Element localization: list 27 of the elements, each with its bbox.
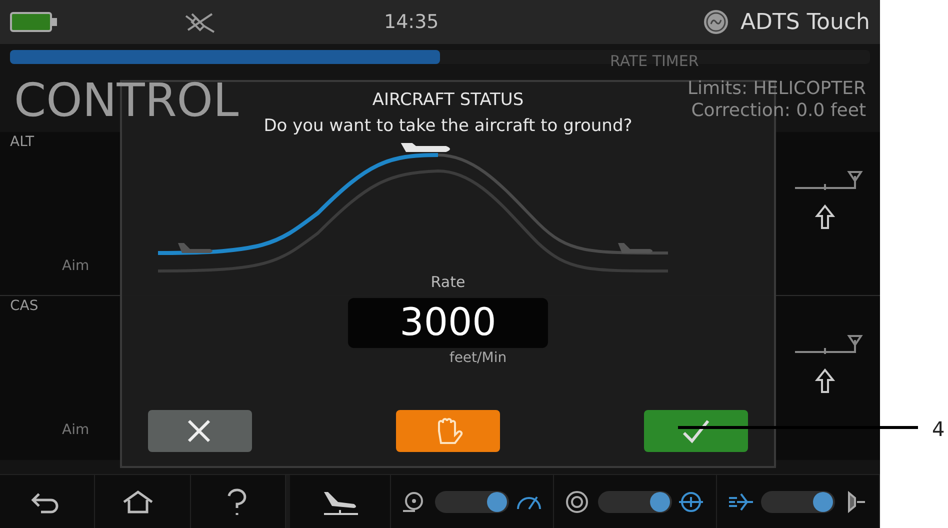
cancel-button[interactable] xyxy=(148,410,252,452)
up-arrow-icon[interactable] xyxy=(815,368,835,394)
checkmark-icon xyxy=(681,417,711,445)
rate-label: Rate xyxy=(430,272,466,293)
up-arrow-icon[interactable] xyxy=(815,204,835,230)
aim-label: Aim xyxy=(62,421,90,440)
landing-button[interactable] xyxy=(286,474,392,528)
confirm-button[interactable] xyxy=(644,410,748,452)
clock-time: 14:35 xyxy=(384,10,439,35)
rate-value-field[interactable]: 3000 xyxy=(348,298,548,348)
dialog-title: AIRCRAFT STATUS xyxy=(372,89,524,112)
app-title: ADTS Touch xyxy=(740,8,870,36)
dialog-message: Do you want to take the aircraft to ground? xyxy=(264,114,632,138)
callout-number: 4 xyxy=(932,416,945,443)
toggle-switch[interactable] xyxy=(435,490,510,512)
toggle-switch[interactable] xyxy=(761,490,836,512)
aim-label: Aim xyxy=(62,257,90,276)
rate-unit: feet/Min xyxy=(449,348,507,368)
limits-label: Limits: HELICOPTER xyxy=(688,78,866,100)
toggle-switch[interactable] xyxy=(598,490,672,512)
channel-label: ALT xyxy=(10,133,34,152)
channel-label: CAS xyxy=(10,297,38,316)
page-title: CONTROL xyxy=(14,72,239,129)
rate-timer-label: RATE TIMER xyxy=(610,51,699,72)
battery-icon xyxy=(10,11,58,33)
correction-label: Correction: 0.0 feet xyxy=(691,100,866,122)
brand-logo-icon xyxy=(702,8,730,36)
